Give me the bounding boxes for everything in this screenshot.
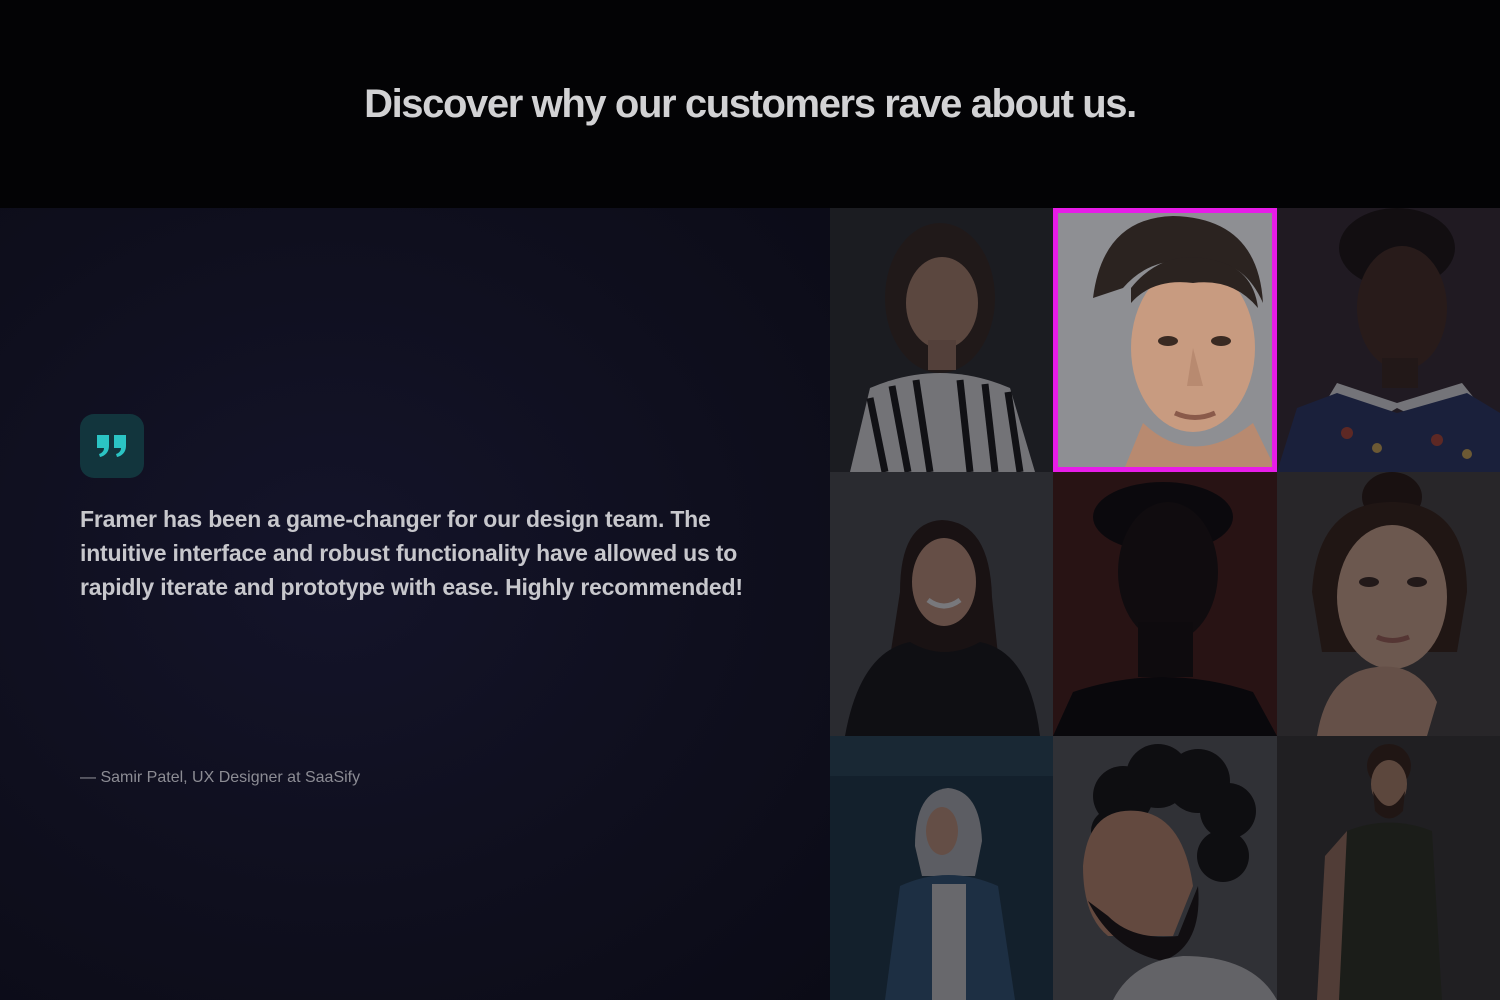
section-header: Discover why our customers rave about us… — [0, 0, 1500, 208]
woman-striped-shirt-photo[interactable] — [830, 208, 1053, 472]
smiling-woman-long-hair-photo[interactable] — [830, 472, 1053, 736]
woman-white-collar-photo[interactable] — [1277, 208, 1500, 472]
woman-denim-hoodie-photo[interactable] — [830, 736, 1053, 1000]
section-title: Discover why our customers rave about us… — [364, 82, 1137, 126]
man-red-background-photo[interactable] — [1053, 472, 1277, 736]
curly-haired-man-profile-photo[interactable] — [1053, 736, 1277, 1000]
young-man-portrait-photo[interactable] — [1053, 208, 1277, 472]
woman-hand-on-chin-photo[interactable] — [1277, 472, 1500, 736]
testimonial-panel: Framer has been a game-changer for our d… — [0, 208, 830, 1000]
quote-mark-icon — [97, 435, 126, 457]
testimonials-page: Discover why our customers rave about us… — [0, 0, 1500, 1000]
bearded-man-tshirt-photo[interactable] — [1277, 736, 1500, 1000]
testimonial-quote: Framer has been a game-changer for our d… — [80, 506, 743, 600]
customer-photo-grid — [830, 208, 1500, 1000]
quote-badge — [80, 414, 144, 478]
testimonial-attribution: — Samir Patel, UX Designer at SaaSify — [80, 769, 361, 786]
